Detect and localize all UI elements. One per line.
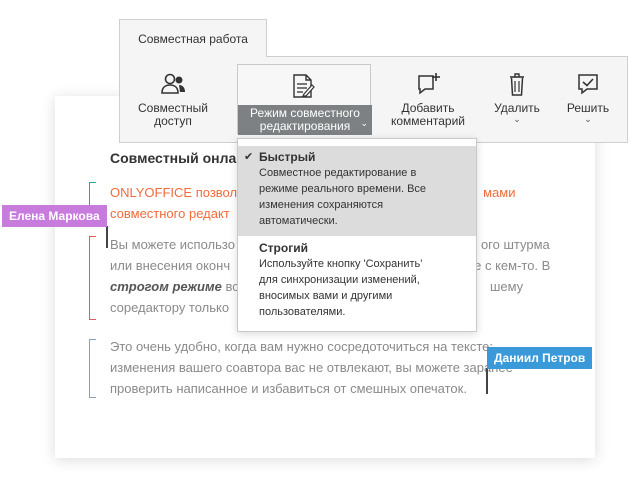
add-comment-label-2: комментарий — [391, 114, 465, 128]
comment-plus-icon — [418, 73, 440, 95]
add-comment-button[interactable]: Добавить комментарий — [384, 72, 472, 128]
change-marker-daniil — [89, 339, 96, 398]
resolve-button[interactable]: Решить ⌄ — [560, 72, 616, 124]
change-marker-red — [89, 236, 96, 320]
users-icon — [161, 73, 185, 94]
cursor-elena — [106, 226, 108, 248]
chevron-down-icon: ⌄ — [360, 118, 368, 128]
collaborator-tag-daniil: Даниил Петров — [487, 347, 593, 369]
co-edit-mode-menu: ✔ Быстрый Совместное редактирование в ре… — [237, 138, 477, 332]
menu-item-strict-title: Строгий — [259, 241, 308, 255]
co-edit-mode-button[interactable]: Режим совместного редактирования ⌄ — [237, 64, 372, 135]
document-title: Совместный онла — [110, 150, 237, 166]
comment-check-icon — [578, 74, 598, 95]
menu-item-strict-desc: Используйте кнопку 'Сохранить' для синхр… — [259, 258, 423, 318]
share-button[interactable]: Совместный доступ — [130, 72, 216, 128]
menu-item-fast[interactable]: ✔ Быстрый Совместное редактирование в ре… — [238, 146, 476, 236]
checkmark-icon: ✔ — [244, 151, 254, 163]
menu-item-fast-desc: Совместное редактирование в режиме реаль… — [259, 167, 427, 227]
share-label-2: доступ — [154, 114, 192, 128]
menu-item-fast-title: Быстрый — [259, 150, 316, 164]
chevron-down-icon: ⌄ — [513, 114, 521, 124]
document-edit-icon — [293, 74, 315, 98]
cursor-daniil — [486, 368, 488, 394]
tab-collaboration[interactable]: Совместная работа — [119, 19, 267, 57]
co-edit-mode-label: Режим совместного редактирования ⌄ — [238, 105, 372, 135]
delete-button[interactable]: Удалить ⌄ — [487, 72, 547, 124]
trash-icon — [510, 73, 524, 96]
chevron-down-icon: ⌄ — [584, 114, 592, 124]
paragraph-convenience[interactable]: Это очень удобно, когда вам нужно сосред… — [110, 336, 513, 399]
collaborator-tag-elena: Елена Маркова — [2, 205, 107, 227]
menu-item-strict[interactable]: Строгий Используйте кнопку 'Сохранить' д… — [238, 237, 476, 327]
